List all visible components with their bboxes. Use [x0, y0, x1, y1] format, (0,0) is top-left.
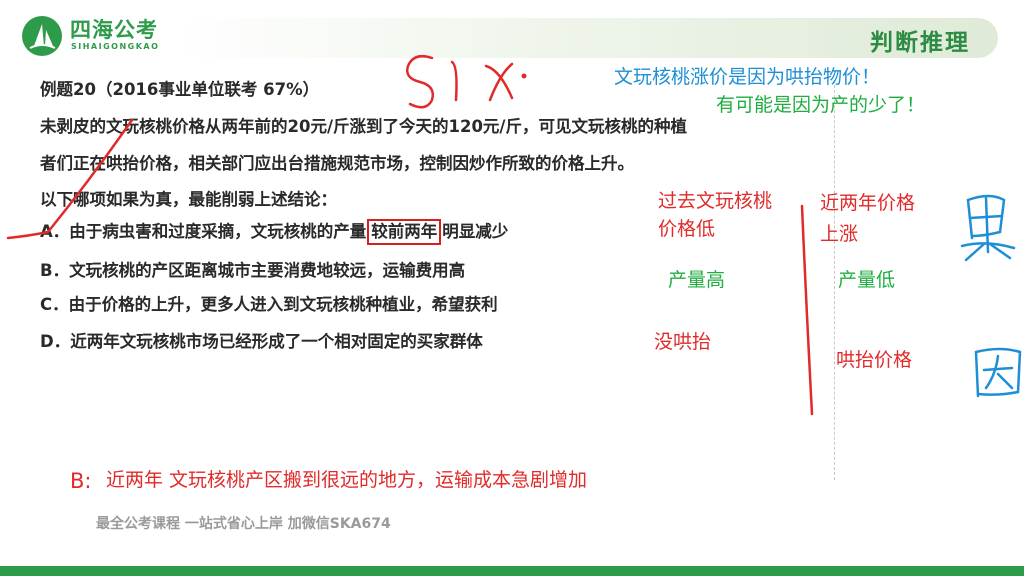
logo-mark-icon — [22, 16, 62, 56]
annotation-past-line-2: 价格低 — [658, 218, 716, 240]
annotation-b-label: B: — [70, 469, 92, 493]
section-banner: 判断推理 — [176, 18, 998, 58]
option-a: A．由于病虫害和过度采摘，文玩核桃的产量 较前两年 明显减少 — [40, 218, 508, 245]
logo-name: 四海公考 — [70, 18, 158, 42]
option-d: D．近两年文玩核桃市场已经形成了一个相对固定的买家群体 — [40, 332, 483, 351]
annotation-green-note: 有可能是因为产的少了！ — [716, 94, 926, 116]
handwritten-yin-icon — [974, 347, 1022, 398]
logo: 四海公考 SIHAIGONGKAO — [22, 12, 182, 58]
column-separator-ink — [800, 204, 814, 416]
bottom-bar — [0, 566, 1024, 576]
logo-subtitle: SIHAIGONGKAO — [71, 42, 160, 51]
annotation-recent-output: 产量低 — [838, 269, 896, 291]
option-c: C．由于价格的上升，更多人进入到文玩核桃种植业，希望获利 — [40, 295, 498, 314]
option-a-text-post: 明显减少 — [442, 222, 509, 241]
option-a-highlight-box: 较前两年 — [367, 219, 442, 245]
annotation-recent-line-1: 近两年价格 — [820, 192, 916, 214]
question-body-line-2: 者们正在哄抬价格，相关部门应出台措施规范市场，控制因炒作所致的价格上升。 — [40, 154, 634, 173]
annotation-b-note: 近两年 文玩核桃产区搬到很远的地方，运输成本急剧增加 — [106, 469, 588, 491]
section-title: 判断推理 — [870, 30, 970, 56]
annotation-blue-note: 文玩核桃涨价是因为哄抬物价！ — [614, 66, 881, 88]
annotation-past-line-1: 过去文玩核桃 — [658, 190, 773, 212]
option-b: B．文玩核桃的产区距离城市主要消费地较远，运输费用高 — [40, 261, 466, 280]
column-divider — [834, 80, 835, 480]
annotation-recent-hype: 哄抬价格 — [836, 349, 913, 371]
handwritten-guo-icon — [960, 194, 1016, 262]
annotation-past-output: 产量高 — [668, 269, 726, 291]
footer-ad-text: 最全公考课程 一站式省心上岸 加微信SKA674 — [96, 516, 391, 532]
question-heading: 例题20（2016事业单位联考 67%） — [40, 80, 320, 99]
annotation-recent-line-2: 上涨 — [820, 223, 859, 245]
option-a-text-pre: A．由于病虫害和过度采摘，文玩核桃的产量 — [40, 222, 367, 241]
annotation-past-no-hype: 没哄抬 — [654, 331, 712, 353]
question-prompt: 以下哪项如果为真，最能削弱上述结论： — [40, 190, 337, 209]
question-body-line-1: 未剥皮的文玩核桃价格从两年前的20元/斤涨到了今天的120元/斤，可见文玩核桃的… — [40, 117, 687, 136]
